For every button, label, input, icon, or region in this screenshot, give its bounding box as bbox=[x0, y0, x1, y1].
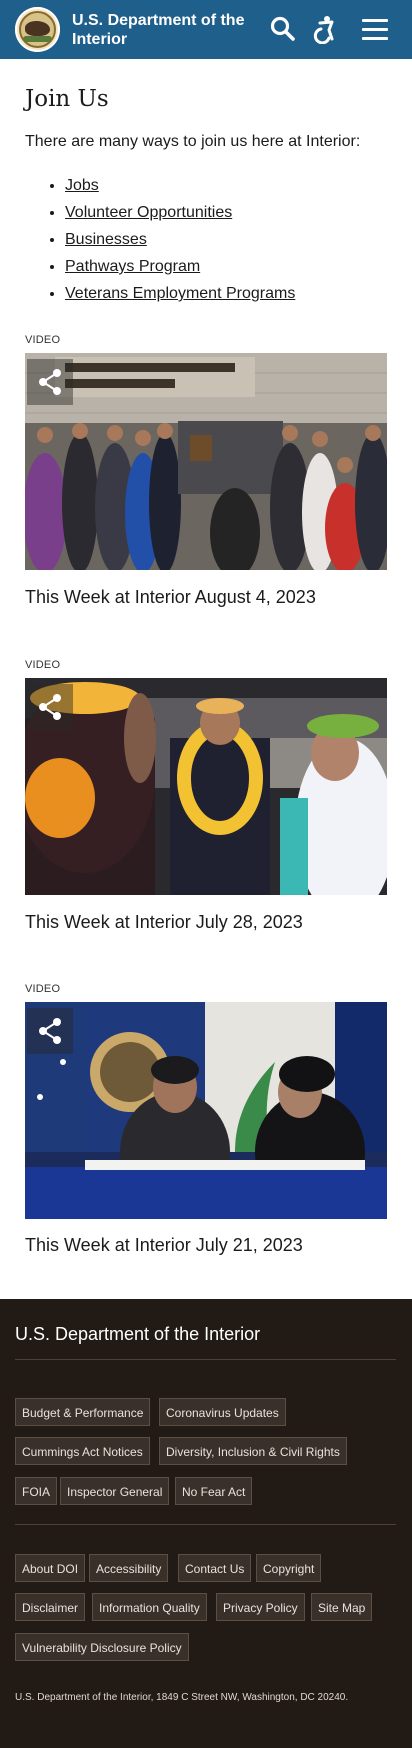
footer-link-vulnerability[interactable]: Vulnerability Disclosure Policy bbox=[15, 1633, 189, 1661]
list-item: Volunteer Opportunities bbox=[65, 199, 295, 226]
menu-icon[interactable] bbox=[360, 14, 390, 44]
footer-link-inspector-general[interactable]: Inspector General bbox=[60, 1477, 170, 1505]
footer-link-diversity[interactable]: Diversity, Inclusion & Civil Rights bbox=[159, 1437, 347, 1465]
footer-link-about[interactable]: About DOI bbox=[15, 1554, 86, 1582]
search-icon[interactable] bbox=[268, 14, 298, 44]
video-thumbnail-2[interactable] bbox=[25, 678, 387, 895]
list-item: Businesses bbox=[65, 226, 295, 253]
veterans-link[interactable]: Veterans Employment Programs bbox=[65, 285, 295, 302]
accessibility-icon[interactable] bbox=[310, 14, 340, 44]
footer-link-disclaimer[interactable]: Disclaimer bbox=[15, 1593, 86, 1621]
pathways-link[interactable]: Pathways Program bbox=[65, 258, 200, 275]
video-title-link[interactable]: This Week at Interior July 28, 2023 bbox=[25, 912, 303, 933]
video-thumbnail-3[interactable] bbox=[25, 1002, 387, 1219]
footer-link-budget[interactable]: Budget & Performance bbox=[15, 1398, 151, 1426]
footer-link-privacy[interactable]: Privacy Policy bbox=[216, 1593, 305, 1621]
video-label: VIDEO bbox=[25, 334, 61, 346]
list-item: Veterans Employment Programs bbox=[65, 280, 295, 307]
site-footer: U.S. Department of the Interior Budget &… bbox=[0, 1299, 412, 1748]
join-links-list: Jobs Volunteer Opportunities Businesses … bbox=[25, 172, 295, 307]
footer-link-accessibility[interactable]: Accessibility bbox=[89, 1554, 169, 1582]
site-header: U.S. Department of the Interior bbox=[0, 0, 412, 59]
video-label: VIDEO bbox=[25, 659, 61, 671]
footer-link-contact[interactable]: Contact Us bbox=[178, 1554, 252, 1582]
share-icon[interactable] bbox=[27, 684, 73, 730]
doi-seal-logo[interactable] bbox=[15, 7, 60, 52]
video-label: VIDEO bbox=[25, 983, 61, 995]
businesses-link[interactable]: Businesses bbox=[65, 231, 147, 248]
footer-link-information-quality[interactable]: Information Quality bbox=[92, 1593, 207, 1621]
footer-link-copyright[interactable]: Copyright bbox=[256, 1554, 322, 1582]
footer-link-no-fear-act[interactable]: No Fear Act bbox=[175, 1477, 253, 1505]
footer-address: U.S. Department of the Interior, 1849 C … bbox=[15, 1692, 349, 1703]
footer-link-foia[interactable]: FOIA bbox=[15, 1477, 58, 1505]
share-icon[interactable] bbox=[27, 1008, 73, 1054]
intro-text: There are many ways to join us here at I… bbox=[25, 133, 361, 150]
footer-title[interactable]: U.S. Department of the Interior bbox=[15, 1324, 260, 1345]
jobs-link[interactable]: Jobs bbox=[65, 177, 99, 194]
volunteer-link[interactable]: Volunteer Opportunities bbox=[65, 204, 232, 221]
video-title-link[interactable]: This Week at Interior August 4, 2023 bbox=[25, 587, 316, 608]
site-title[interactable]: U.S. Department of the Interior bbox=[72, 11, 252, 49]
footer-divider bbox=[15, 1359, 396, 1360]
list-item: Jobs bbox=[65, 172, 295, 199]
video-thumbnail-1[interactable] bbox=[25, 353, 387, 570]
list-item: Pathways Program bbox=[65, 253, 295, 280]
share-icon[interactable] bbox=[27, 359, 73, 405]
footer-link-coronavirus[interactable]: Coronavirus Updates bbox=[159, 1398, 286, 1426]
footer-divider bbox=[15, 1524, 396, 1525]
page-title: Join Us bbox=[25, 86, 109, 112]
footer-link-cummings[interactable]: Cummings Act Notices bbox=[15, 1437, 150, 1465]
video-title-link[interactable]: This Week at Interior July 21, 2023 bbox=[25, 1235, 303, 1256]
footer-link-site-map[interactable]: Site Map bbox=[311, 1593, 373, 1621]
